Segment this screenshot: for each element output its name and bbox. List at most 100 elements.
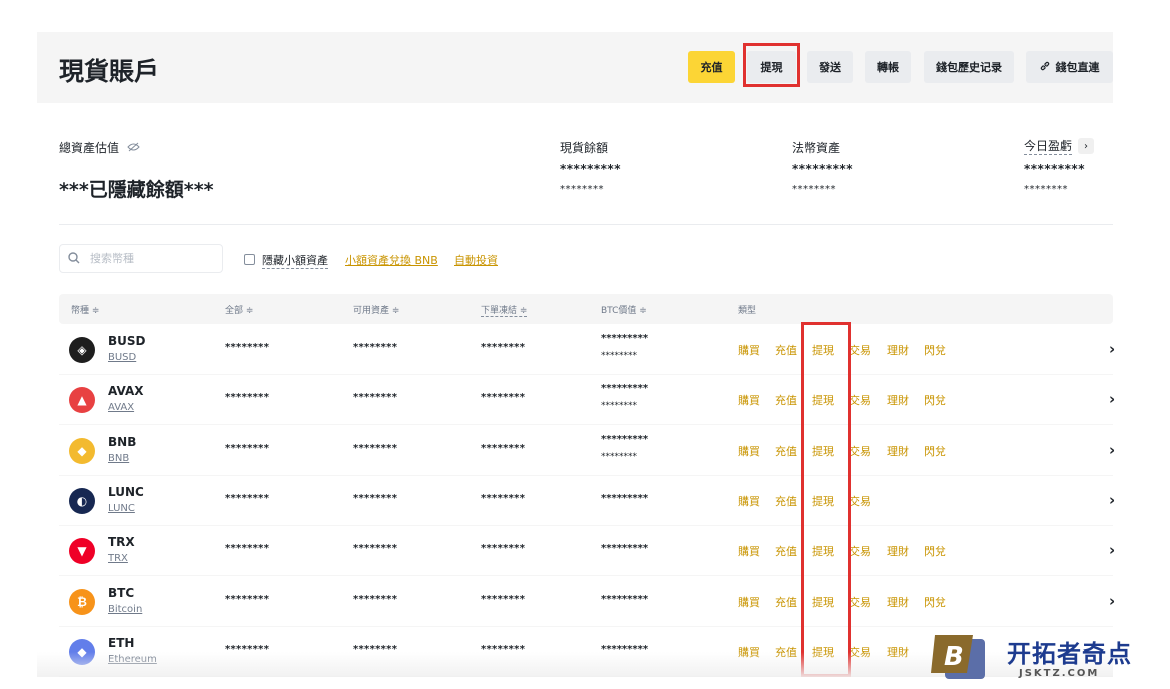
trade-action-link[interactable]: 交易 [849, 342, 871, 358]
table-row[interactable]: ◈ BUSD BUSD ******** ******** ******** *******… [59, 324, 1115, 375]
link-icon [1040, 61, 1050, 74]
withdraw-action-link[interactable]: 提現 [812, 443, 834, 459]
chevron-right-icon[interactable]: › [1109, 340, 1115, 358]
th-coin[interactable]: 幣種 ≑ [71, 303, 99, 316]
deposit-action-link[interactable]: 充值 [775, 543, 797, 559]
deposit-action-link[interactable]: 充值 [775, 443, 797, 459]
hidden-balance: ***已隱藏餘額*** [59, 179, 214, 201]
buy-action-link[interactable]: 購買 [738, 644, 760, 660]
trade-action-link[interactable]: 交易 [849, 392, 871, 408]
eye-off-icon[interactable] [127, 141, 140, 155]
withdraw-action-link[interactable]: 提現 [812, 543, 834, 559]
withdraw-action-link[interactable]: 提現 [812, 392, 834, 408]
coin-name-link[interactable]: BUSD [108, 352, 136, 363]
send-button[interactable]: 發送 [807, 51, 853, 83]
th-btc-value[interactable]: BTC價值 ≑ [601, 303, 647, 316]
total-cell: ******** [225, 392, 270, 404]
deposit-button[interactable]: 充值 [688, 51, 735, 83]
lunc-icon: ◐ [69, 487, 95, 514]
convert-small-link[interactable]: 小額資產兌換 BNB [345, 252, 438, 268]
coin-name-link[interactable]: Bitcoin [108, 604, 142, 615]
trade-action-link[interactable]: 交易 [849, 493, 871, 509]
coin-symbol: BNB [108, 434, 137, 449]
earn-action-link[interactable]: 理財 [887, 543, 909, 559]
available-cell: ******** [353, 392, 398, 404]
search-box[interactable] [59, 244, 223, 273]
watermark-url: JSKTZ.COM [1019, 668, 1100, 679]
table-row[interactable]: ▼ TRX TRX ******** ******** ******** *********… [59, 525, 1115, 577]
table-row[interactable]: ◐ LUNC LUNC ******** ******** ******** *******… [59, 475, 1115, 526]
in-order-cell: ******** [481, 492, 526, 504]
th-in-order[interactable]: 下單凍結 ≑ [481, 303, 528, 317]
buy-action-link[interactable]: 購買 [738, 543, 760, 559]
trade-action-link[interactable]: 交易 [849, 594, 871, 610]
divider [59, 224, 1113, 225]
coin-name-link[interactable]: TRX [108, 553, 128, 564]
total-cell: ******** [225, 543, 270, 555]
search-input[interactable] [88, 251, 202, 266]
chevron-right-icon[interactable]: › [1109, 390, 1115, 408]
deposit-action-link[interactable]: 充值 [775, 644, 797, 660]
earn-action-link[interactable]: 理財 [887, 392, 909, 408]
withdraw-action-link[interactable]: 提現 [812, 493, 834, 509]
available-cell: ******** [353, 342, 398, 353]
pnl-label[interactable]: 今日盈虧 › [1024, 137, 1095, 155]
th-type: 類型 [738, 306, 757, 316]
available-cell: ******** [353, 593, 398, 605]
trade-action-link[interactable]: 交易 [849, 543, 871, 559]
chevron-right-icon[interactable]: › [1109, 441, 1115, 459]
th-total[interactable]: 全部 ≑ [225, 303, 253, 316]
earn-action-link[interactable]: 理財 [887, 443, 909, 459]
earn-action-link[interactable]: 理財 [887, 342, 909, 358]
hide-small-label[interactable]: 隱藏小額資產 [262, 252, 328, 269]
buy-action-link[interactable]: 購買 [738, 594, 760, 610]
th-available[interactable]: 可用資產 ≑ [353, 303, 399, 316]
wallet-connect-button[interactable]: 錢包直連 [1026, 51, 1113, 83]
deposit-action-link[interactable]: 充值 [775, 493, 797, 509]
coin-name-link[interactable]: AVAX [108, 402, 134, 413]
page-header: 現貨賬戶 充值 提現 發送 轉帳 錢包歷史记录 錢包直連 [37, 32, 1113, 103]
convert-action-link[interactable]: 閃兌 [924, 342, 946, 358]
convert-action-link[interactable]: 閃兌 [924, 443, 946, 459]
buy-action-link[interactable]: 購買 [738, 443, 760, 459]
transfer-button[interactable]: 轉帳 [865, 51, 911, 83]
coin-name-link[interactable]: LUNC [108, 503, 135, 514]
withdraw-action-link[interactable]: 提現 [812, 342, 834, 358]
chevron-right-icon[interactable]: › [1109, 541, 1115, 559]
chevron-right-icon[interactable]: › [1109, 592, 1115, 610]
table-row[interactable]: ▲ AVAX AVAX ******** ******** ******** *******… [59, 374, 1115, 426]
coin-symbol: AVAX [108, 384, 144, 399]
coin-name-link[interactable]: BNB [108, 453, 129, 464]
withdraw-button[interactable]: 提現 [747, 51, 796, 83]
available-cell: ******** [353, 543, 398, 555]
convert-action-link[interactable]: 閃兌 [924, 543, 946, 559]
trade-action-link[interactable]: 交易 [849, 443, 871, 459]
withdraw-action-link[interactable]: 提現 [812, 594, 834, 610]
buy-action-link[interactable]: 購買 [738, 342, 760, 358]
auto-invest-link[interactable]: 自動投資 [454, 252, 498, 268]
available-cell: ******** [353, 492, 398, 504]
hide-small-checkbox[interactable] [244, 254, 255, 265]
spot-balance-sub: ******** [560, 184, 604, 195]
earn-action-link[interactable]: 理財 [887, 644, 909, 660]
table-row[interactable]: ◆ BNB BNB ******** ******** ******** *********… [59, 425, 1115, 476]
table-row[interactable]: ₿ BTC Bitcoin ******** ******** ******** *****… [59, 576, 1115, 627]
convert-action-link[interactable]: 閃兌 [924, 392, 946, 408]
watermark-text: 开拓者奇点 [1007, 640, 1132, 668]
deposit-action-link[interactable]: 充值 [775, 392, 797, 408]
convert-action-link[interactable]: 閃兌 [924, 594, 946, 610]
table-header: 幣種 ≑ 全部 ≑ 可用資產 ≑ 下單凍結 ≑ BTC價值 ≑ 類型 [59, 294, 1113, 324]
coin-name-link[interactable]: Ethereum [108, 654, 157, 665]
in-order-cell: ******** [481, 442, 526, 454]
deposit-action-link[interactable]: 充值 [775, 342, 797, 358]
wallet-history-button[interactable]: 錢包歷史记录 [924, 51, 1014, 83]
earn-action-link[interactable]: 理財 [887, 594, 909, 610]
deposit-action-link[interactable]: 充值 [775, 594, 797, 610]
buy-action-link[interactable]: 購買 [738, 392, 760, 408]
withdraw-action-link[interactable]: 提現 [812, 644, 834, 660]
buy-action-link[interactable]: 購買 [738, 493, 760, 509]
total-cell: ******** [225, 342, 270, 353]
available-cell: ******** [353, 442, 398, 454]
chevron-right-icon[interactable]: › [1109, 491, 1115, 509]
trade-action-link[interactable]: 交易 [849, 644, 871, 660]
